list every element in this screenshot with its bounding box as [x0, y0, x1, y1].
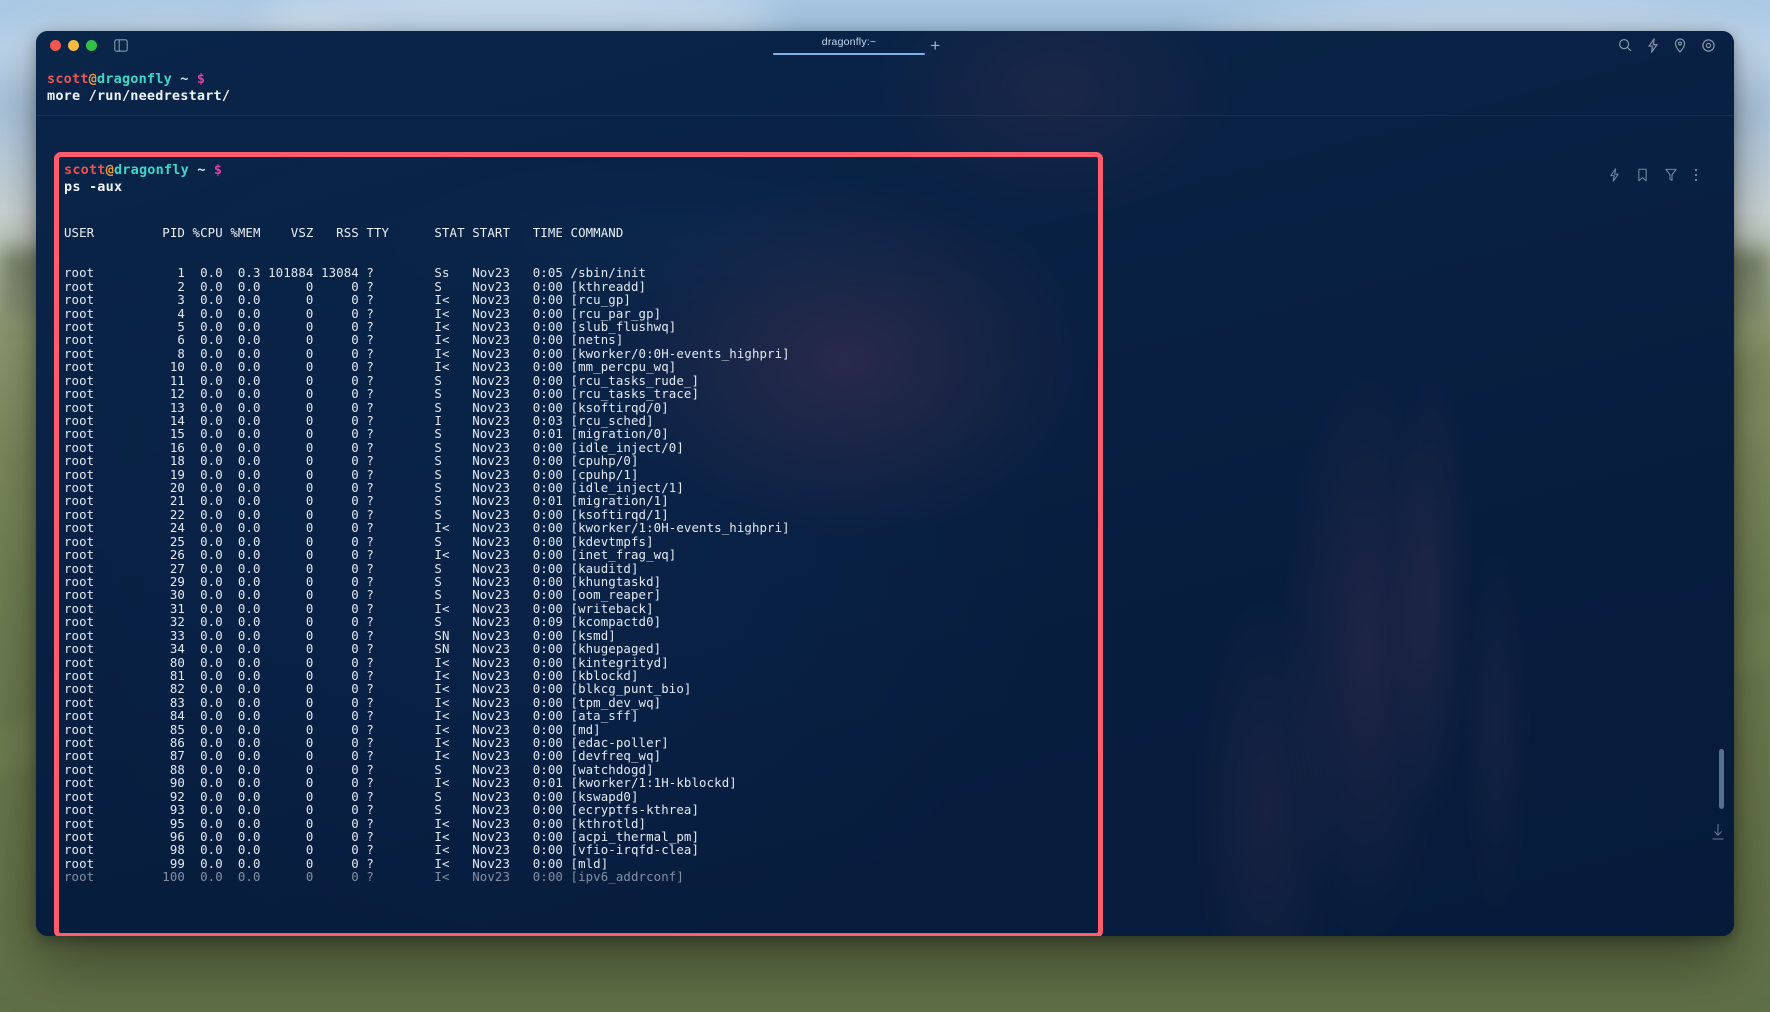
ps-table-row: root 22 0.0 0.0 0 0 ? S Nov23 0:00 [ksof…	[64, 506, 669, 522]
prompt-cwd: ~	[180, 71, 189, 87]
ps-table-row: root 31 0.0 0.0 0 0 ? I< Nov23 0:00 [wri…	[64, 600, 654, 616]
ps-table-row: root 24 0.0 0.0 0 0 ? I< Nov23 0:00 [kwo…	[64, 520, 790, 536]
new-tab-button[interactable]: +	[930, 37, 940, 54]
ps-table-row: root 12 0.0 0.0 0 0 ? S Nov23 0:00 [rcu_…	[64, 386, 700, 402]
tab-dragonfly[interactable]: dragonfly:~	[773, 35, 926, 55]
ps-table-header: USER PID %CPU %MEM VSZ RSS TTY STAT STAR…	[64, 225, 624, 241]
ps-table-row: root 92 0.0 0.0 0 0 ? S Nov23 0:00 [kswa…	[64, 788, 639, 804]
ps-table-row: root 14 0.0 0.0 0 0 ? I Nov23 0:03 [rcu_…	[64, 412, 654, 428]
ps-table-row: root 88 0.0 0.0 0 0 ? S Nov23 0:00 [watc…	[64, 761, 654, 777]
more-vertical-icon[interactable]	[1694, 168, 1698, 182]
block-action-icons	[1609, 163, 1734, 182]
command-block-2: scott@dragonfly ~ $ ps -aux USER PID %CP…	[36, 152, 1734, 936]
lightning-icon[interactable]	[1609, 168, 1620, 182]
ps-table-row: root 11 0.0 0.0 0 0 ? S Nov23 0:00 [rcu_…	[64, 372, 700, 388]
desktop: dragonfly:~ + scott@dragonfly ~ $ more /…	[0, 0, 1770, 1012]
command-text-2: ps -aux	[64, 178, 123, 195]
ps-table-row: root 34 0.0 0.0 0 0 ? SN Nov23 0:00 [khu…	[64, 641, 662, 657]
ps-table-row: root 4 0.0 0.0 0 0 ? I< Nov23 0:00 [rcu_…	[64, 305, 662, 321]
ps-table-row: root 85 0.0 0.0 0 0 ? I< Nov23 0:00 [md]	[64, 721, 601, 737]
ps-table-row: root 13 0.0 0.0 0 0 ? S Nov23 0:00 [ksof…	[64, 399, 669, 415]
titlebar-actions	[1618, 37, 1720, 53]
ps-table-row: root 10 0.0 0.0 0 0 ? I< Nov23 0:00 [mm_…	[64, 359, 677, 375]
command-text-1: more /run/needrestart/	[47, 87, 231, 104]
ps-table-row: root 18 0.0 0.0 0 0 ? S Nov23 0:00 [cpuh…	[64, 453, 639, 469]
ps-table-row: root 90 0.0 0.0 0 0 ? I< Nov23 0:01 [kwo…	[64, 775, 737, 791]
ps-table-row: root 32 0.0 0.0 0 0 ? S Nov23 0:09 [kcom…	[64, 614, 662, 630]
prompt-user: scott	[47, 71, 89, 87]
tab-label: dragonfly:~	[821, 35, 877, 48]
ps-table-row: root 19 0.0 0.0 0 0 ? S Nov23 0:00 [cpuh…	[64, 466, 639, 482]
prompt-at: @	[105, 162, 114, 178]
ps-table-row: root 20 0.0 0.0 0 0 ? S Nov23 0:00 [idle…	[64, 480, 684, 496]
close-window-button[interactable]	[50, 39, 61, 51]
filter-icon[interactable]	[1665, 168, 1677, 182]
ps-table-row: root 2 0.0 0.0 0 0 ? S Nov23 0:00 [kthre…	[64, 278, 647, 294]
terminal-body[interactable]: scott@dragonfly ~ $ more /run/needrestar…	[36, 59, 1734, 936]
ps-table-row: root 5 0.0 0.0 0 0 ? I< Nov23 0:00 [slub…	[64, 318, 677, 334]
prompt-symbol: $	[196, 71, 206, 87]
ps-table-row: root 3 0.0 0.0 0 0 ? I< Nov23 0:00 [rcu_…	[64, 292, 631, 308]
scroll-to-bottom-icon[interactable]	[1710, 822, 1726, 842]
ps-table-row: root 99 0.0 0.0 0 0 ? I< Nov23 0:00 [mld…	[64, 855, 609, 871]
ps-table-row: root 98 0.0 0.0 0 0 ? I< Nov23 0:00 [vfi…	[64, 842, 700, 858]
maximize-window-button[interactable]	[86, 39, 97, 51]
title-bar: dragonfly:~ +	[36, 31, 1734, 59]
tab-active-underline	[773, 52, 926, 55]
gear-icon[interactable]	[1701, 38, 1716, 53]
ps-table-row: root 6 0.0 0.0 0 0 ? I< Nov23 0:00 [netn…	[64, 332, 624, 348]
ps-table-row: root 82 0.0 0.0 0 0 ? I< Nov23 0:00 [blk…	[64, 681, 692, 697]
search-icon[interactable]	[1618, 38, 1632, 52]
ps-table-row: root 83 0.0 0.0 0 0 ? I< Nov23 0:00 [tpm…	[64, 694, 662, 710]
ps-table-row: root 27 0.0 0.0 0 0 ? S Nov23 0:00 [kaud…	[64, 560, 639, 576]
ps-table-row: root 93 0.0 0.0 0 0 ? S Nov23 0:00 [ecry…	[64, 802, 700, 818]
ps-table-row: root 30 0.0 0.0 0 0 ? S Nov23 0:00 [oom_…	[64, 587, 662, 603]
tab-bar: dragonfly:~ +	[128, 31, 1618, 59]
ps-table-row: root 95 0.0 0.0 0 0 ? I< Nov23 0:00 [kth…	[64, 815, 647, 831]
command-block-2-header: scott@dragonfly ~ $ ps -aux	[36, 152, 1734, 194]
bookmark-icon[interactable]	[1637, 168, 1648, 182]
prompt-line: scott@dragonfly ~ $	[64, 163, 1609, 178]
lightning-icon[interactable]	[1647, 37, 1659, 53]
ps-table-row: root 8 0.0 0.0 0 0 ? I< Nov23 0:00 [kwor…	[64, 345, 790, 361]
traffic-light-controls	[50, 39, 97, 51]
ps-table-row: root 84 0.0 0.0 0 0 ? I< Nov23 0:00 [ata…	[64, 708, 639, 724]
ps-table-row: root 87 0.0 0.0 0 0 ? I< Nov23 0:00 [dev…	[64, 748, 662, 764]
ps-table-rows: root 1 0.0 0.3 101884 13084 ? Ss Nov23 0…	[64, 265, 1734, 885]
prompt-user: scott	[64, 162, 106, 178]
ps-table-row: root 1 0.0 0.3 101884 13084 ? Ss Nov23 0…	[64, 265, 647, 281]
ps-table-row: root 15 0.0 0.0 0 0 ? S Nov23 0:01 [migr…	[64, 426, 669, 442]
terminal-window: dragonfly:~ + scott@dragonfly ~ $ more /…	[36, 31, 1734, 936]
ps-table-row: root 96 0.0 0.0 0 0 ? I< Nov23 0:00 [acp…	[64, 829, 700, 845]
block-separator	[36, 115, 1734, 117]
ps-table-row: root 86 0.0 0.0 0 0 ? I< Nov23 0:00 [eda…	[64, 735, 669, 751]
prompt-at: @	[88, 71, 97, 87]
sidebar-toggle-icon[interactable]	[113, 38, 128, 53]
ps-table-row: root 81 0.0 0.0 0 0 ? I< Nov23 0:00 [kbl…	[64, 667, 639, 683]
location-pin-icon[interactable]	[1674, 37, 1686, 53]
ps-table-row: root 100 0.0 0.0 0 0 ? I< Nov23 0:00 [ip…	[64, 869, 684, 885]
prompt-symbol: $	[213, 162, 223, 178]
ps-table-row: root 16 0.0 0.0 0 0 ? S Nov23 0:00 [idle…	[64, 439, 684, 455]
ps-table-row: root 80 0.0 0.0 0 0 ? I< Nov23 0:00 [kin…	[64, 654, 669, 670]
ps-table-row: root 25 0.0 0.0 0 0 ? S Nov23 0:00 [kdev…	[64, 533, 654, 549]
ps-output-table: USER PID %CPU %MEM VSZ RSS TTY STAT STAR…	[36, 199, 1734, 910]
ps-table-row: root 29 0.0 0.0 0 0 ? S Nov23 0:00 [khun…	[64, 574, 662, 589]
minimize-window-button[interactable]	[68, 39, 79, 51]
ps-table-row: root 33 0.0 0.0 0 0 ? SN Nov23 0:00 [ksm…	[64, 627, 616, 643]
prompt-cwd: ~	[197, 162, 206, 178]
ps-table-row: root 21 0.0 0.0 0 0 ? S Nov23 0:01 [migr…	[64, 493, 669, 509]
prompt-host: dragonfly	[96, 71, 172, 87]
command-block-1: scott@dragonfly ~ $ more /run/needrestar…	[36, 69, 1734, 109]
prompt-line: scott@dragonfly ~ $	[47, 72, 1734, 87]
vertical-scrollbar[interactable]	[1719, 749, 1724, 809]
ps-table-row: root 26 0.0 0.0 0 0 ? I< Nov23 0:00 [ine…	[64, 547, 677, 563]
prompt-host: dragonfly	[113, 162, 189, 178]
